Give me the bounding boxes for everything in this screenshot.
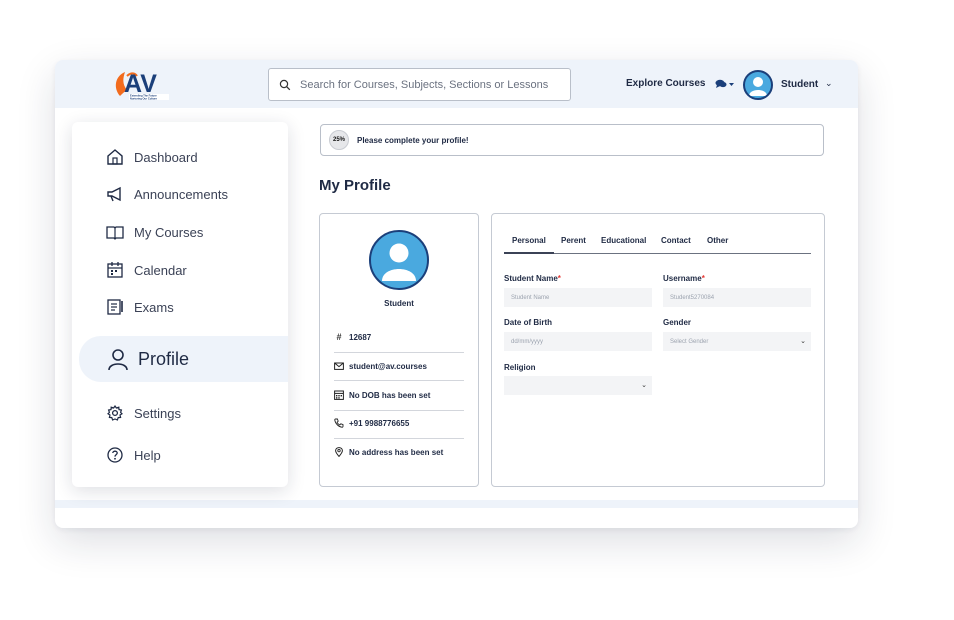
sidebar-item-label: Exams bbox=[134, 299, 174, 315]
student-address: No address has been set bbox=[349, 447, 444, 457]
footer-strip bbox=[55, 500, 858, 508]
search-icon bbox=[279, 79, 291, 90]
sidebar-item-profile[interactable]: Profile bbox=[79, 336, 288, 382]
page-title: My Profile bbox=[319, 177, 391, 194]
dob-label: Date of Birth bbox=[504, 318, 552, 327]
divider bbox=[334, 410, 464, 411]
calendar-icon bbox=[334, 390, 344, 400]
sidebar-item-label: Help bbox=[134, 447, 161, 463]
sidebar-item-dashboard[interactable]: Dashboard bbox=[72, 146, 288, 168]
user-icon bbox=[106, 347, 130, 371]
divider bbox=[334, 352, 464, 353]
sidebar-item-label: Calendar bbox=[134, 262, 187, 278]
address-row: No address has been set bbox=[334, 447, 464, 457]
student-id: 12687 bbox=[349, 332, 372, 342]
profile-completion-banner: 25% Please complete your profile! bbox=[320, 124, 824, 156]
sidebar-item-label: My Courses bbox=[134, 224, 204, 240]
phone-icon bbox=[334, 418, 344, 428]
student-email: student@av.courses bbox=[349, 361, 427, 371]
chat-dropdown[interactable] bbox=[715, 79, 735, 89]
profile-name: Student bbox=[384, 299, 414, 308]
profile-summary-card: Student # 12687 student@av.courses No DO… bbox=[319, 213, 479, 487]
explore-courses-link[interactable]: Explore Courses bbox=[626, 78, 705, 89]
sidebar-item-my-courses[interactable]: My Courses bbox=[72, 221, 288, 243]
mail-icon bbox=[334, 361, 344, 371]
logo-tagline-2: Nurturing Our Culture bbox=[130, 97, 158, 101]
dob-row: No DOB has been set bbox=[334, 390, 464, 400]
sidebar-item-label: Announcements bbox=[134, 186, 228, 202]
profile-form-card: Personal Perent Educational Contact Othe… bbox=[491, 213, 825, 487]
progress-badge: 25% bbox=[329, 130, 349, 150]
hash-icon: # bbox=[336, 332, 342, 342]
sidebar-item-label: Profile bbox=[138, 348, 190, 369]
home-icon bbox=[106, 148, 124, 166]
religion-select[interactable]: ⌄ bbox=[504, 376, 652, 395]
location-pin-icon bbox=[334, 447, 344, 457]
username-field[interactable]: Student5270084 bbox=[663, 288, 811, 307]
chevron-down-icon: ⌄ bbox=[641, 382, 647, 389]
phone-row: +91 9988776655 bbox=[334, 418, 464, 428]
religion-label: Religion bbox=[504, 363, 536, 372]
email-row: student@av.courses bbox=[334, 361, 464, 371]
sidebar-item-settings[interactable]: Settings bbox=[72, 402, 288, 424]
chevron-down-icon[interactable]: ⌄ bbox=[825, 78, 833, 89]
chevron-down-icon: ⌄ bbox=[800, 338, 806, 345]
profile-avatar[interactable] bbox=[369, 230, 429, 290]
profile-tabs: Personal Perent Educational Contact Othe… bbox=[504, 234, 811, 254]
tab-parent[interactable]: Perent bbox=[561, 236, 586, 245]
help-icon bbox=[106, 446, 124, 464]
username-label: Username* bbox=[663, 274, 705, 283]
av-logo[interactable]: AV Extending The Future Nurturing Our Cu… bbox=[111, 66, 173, 104]
student-dob: No DOB has been set bbox=[349, 390, 431, 400]
megaphone-icon bbox=[106, 185, 124, 203]
user-name[interactable]: Student bbox=[781, 79, 818, 90]
sidebar-item-label: Dashboard bbox=[134, 149, 198, 165]
tab-other[interactable]: Other bbox=[707, 236, 728, 245]
calendar-icon bbox=[106, 261, 124, 279]
exam-icon bbox=[106, 298, 124, 316]
student-name-field[interactable]: Student Name bbox=[504, 288, 652, 307]
divider bbox=[334, 380, 464, 381]
dob-field[interactable]: dd/mm/yyyy bbox=[504, 332, 652, 351]
divider bbox=[334, 438, 464, 439]
sidebar-item-exams[interactable]: Exams bbox=[72, 296, 288, 318]
gear-icon bbox=[106, 404, 124, 422]
sidebar-item-announcements[interactable]: Announcements bbox=[72, 183, 288, 205]
student-name-label: Student Name* bbox=[504, 274, 561, 283]
user-avatar[interactable] bbox=[743, 70, 773, 100]
tab-educational[interactable]: Educational bbox=[601, 236, 646, 245]
student-phone: +91 9988776655 bbox=[349, 418, 410, 428]
book-icon bbox=[106, 223, 124, 241]
sidebar-item-label: Settings bbox=[134, 405, 181, 421]
chat-icon bbox=[715, 79, 734, 88]
search-input[interactable] bbox=[300, 78, 570, 91]
tab-personal[interactable]: Personal bbox=[504, 236, 554, 254]
gender-select[interactable]: Select Gender ⌄ bbox=[663, 332, 811, 351]
tab-contact[interactable]: Contact bbox=[661, 236, 691, 245]
sidebar-item-help[interactable]: Help bbox=[72, 444, 288, 466]
top-bar: AV Extending The Future Nurturing Our Cu… bbox=[55, 60, 858, 108]
sidebar: Dashboard Announcements My Courses Calen… bbox=[72, 122, 288, 487]
sidebar-item-calendar[interactable]: Calendar bbox=[72, 259, 288, 281]
student-id-row: # 12687 bbox=[334, 332, 464, 342]
gender-label: Gender bbox=[663, 318, 692, 327]
banner-message: Please complete your profile! bbox=[357, 135, 469, 145]
search-box[interactable] bbox=[268, 68, 571, 101]
